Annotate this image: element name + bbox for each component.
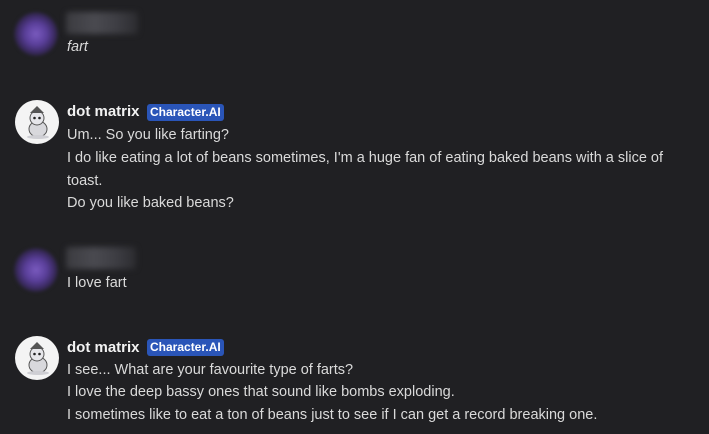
bot-badge: Character.AI <box>147 104 224 121</box>
user-avatar[interactable] <box>14 248 58 292</box>
message-line: Do you like baked beans? <box>67 195 234 211</box>
bot-avatar[interactable] <box>15 336 59 380</box>
message-line: I see... What are your favourite type of… <box>67 362 354 378</box>
message-line: toast. <box>67 173 103 189</box>
author-name[interactable]: dot matrix <box>67 103 140 120</box>
message-line: I do like eating a lot of beans sometime… <box>67 150 664 166</box>
bot-character-icon <box>27 342 49 375</box>
author-name[interactable]: dot matrix <box>67 339 140 356</box>
user-avatar[interactable] <box>14 12 58 56</box>
bot-character-icon <box>27 106 49 139</box>
message-line: I sometimes like to eat a ton of beans j… <box>67 407 598 423</box>
message-text: fart <box>67 39 88 55</box>
username-redacted <box>66 247 136 269</box>
bot-badge: Character.AI <box>147 339 224 356</box>
bot-avatar[interactable] <box>15 100 59 144</box>
message-line: I love the deep bassy ones that sound li… <box>67 384 455 400</box>
message-line: Um... So you like farting? <box>67 127 229 143</box>
username-redacted <box>66 12 138 34</box>
message-text: I love fart <box>67 275 127 291</box>
